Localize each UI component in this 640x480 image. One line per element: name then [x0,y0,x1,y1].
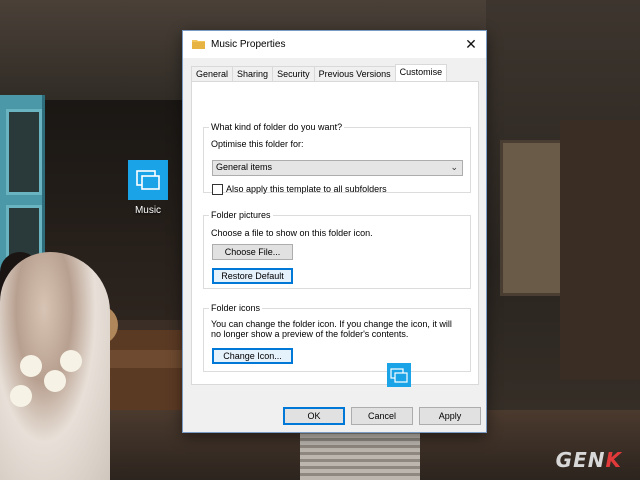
tab-general[interactable]: General [191,66,234,81]
chevron-down-icon: ⌄ [450,162,458,172]
tab-customise[interactable]: Customise [394,64,448,81]
tab-previous-versions[interactable]: Previous Versions [313,66,396,81]
tab-strip: General Sharing Security Previous Versio… [191,64,448,82]
customise-panel: What kind of folder do you want? Optimis… [191,81,479,387]
watermark-accent: K [605,448,622,472]
title-bar[interactable]: Music Properties ✕ [183,31,486,58]
cancel-button[interactable]: Cancel [351,407,413,425]
folder-icons-description-1: You can change the folder icon. If you c… [211,319,452,329]
ok-button[interactable]: OK [283,407,345,425]
close-button[interactable]: ✕ [456,31,486,58]
folder-type-group: What kind of folder do you want? Optimis… [203,122,471,195]
folder-icons-description-2: no longer show a preview of the folder's… [211,329,409,339]
folder-icons-legend: Folder icons [209,303,263,313]
music-folder-icon [128,160,168,200]
tab-sharing[interactable]: Sharing [232,66,274,81]
properties-dialog: Music Properties ✕ General Sharing Secur… [182,30,487,433]
close-icon: ✕ [465,36,477,52]
optimise-select[interactable]: General items ⌄ [212,160,463,176]
dialog-title: Music Properties [211,39,286,50]
choose-file-button[interactable]: Choose File... [212,244,293,260]
apply-subfolders-label: Also apply this template to all subfolde… [226,184,387,194]
folder-icon [192,40,205,49]
desktop-icon-label: Music [134,205,162,216]
watermark-text: GEN [555,448,606,472]
apply-button[interactable]: Apply [419,407,481,425]
optimise-label: Optimise this folder for: [211,139,304,149]
folder-type-legend: What kind of folder do you want? [209,122,345,132]
change-icon-button[interactable]: Change Icon... [212,348,293,364]
watermark-logo: GENK [556,448,622,472]
folder-preview-icon [387,363,411,387]
tab-security[interactable]: Security [272,66,315,81]
folder-icons-group: Folder icons You can change the folder i… [203,303,471,372]
folder-pictures-group: Folder pictures Choose a file to show on… [203,210,471,289]
folder-pictures-description: Choose a file to show on this folder ico… [211,228,373,238]
optimise-select-value: General items [216,162,273,172]
restore-default-button[interactable]: Restore Default [212,268,293,284]
desktop-music-folder[interactable]: Music [124,160,172,216]
apply-subfolders-checkbox[interactable] [212,184,223,195]
folder-pictures-legend: Folder pictures [209,210,273,220]
